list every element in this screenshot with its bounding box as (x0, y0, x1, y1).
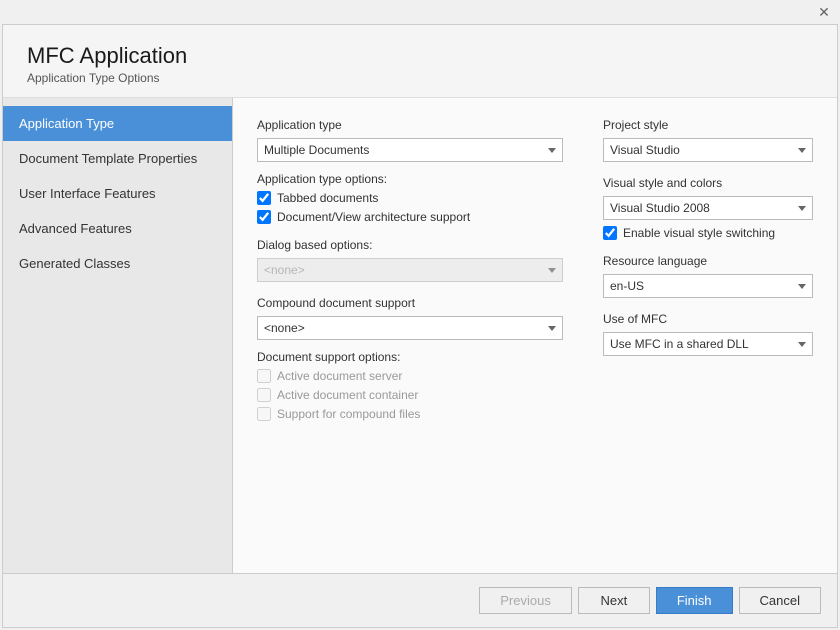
docview-item: Document/View architecture support (257, 210, 563, 224)
doc-support-label: Document support options: (257, 350, 563, 364)
app-type-label: Application type (257, 118, 563, 132)
dialog: MFC Application Application Type Options… (2, 24, 838, 628)
project-style-label: Project style (603, 118, 813, 132)
previous-button[interactable]: Previous (479, 587, 572, 614)
app-type-select[interactable]: Single Document Multiple Documents Dialo… (257, 138, 563, 162)
right-panel: Project style Visual Studio MFC Standard… (603, 118, 813, 553)
active-doc-server-checkbox[interactable] (257, 369, 271, 383)
active-doc-container-checkbox[interactable] (257, 388, 271, 402)
project-style-select[interactable]: Visual Studio MFC Standard Office (603, 138, 813, 162)
dialog-based-select[interactable]: <none> (257, 258, 563, 282)
sidebar-item-advanced-features[interactable]: Advanced Features (3, 211, 232, 246)
dialog-body: Application Type Document Template Prope… (3, 98, 837, 573)
resource-language-label: Resource language (603, 254, 813, 268)
app-type-options-label: Application type options: (257, 172, 563, 186)
support-compound-checkbox[interactable] (257, 407, 271, 421)
compound-label: Compound document support (257, 296, 563, 310)
sidebar: Application Type Document Template Prope… (3, 98, 233, 573)
dialog-based-label: Dialog based options: (257, 238, 563, 252)
docview-label[interactable]: Document/View architecture support (277, 210, 470, 224)
enable-visual-switching-checkbox[interactable] (603, 226, 617, 240)
enable-visual-switching-label[interactable]: Enable visual style switching (623, 226, 775, 240)
docview-checkbox[interactable] (257, 210, 271, 224)
support-compound-label: Support for compound files (277, 407, 420, 421)
title-bar: ✕ (0, 0, 840, 24)
dialog-footer: Previous Next Finish Cancel (3, 573, 837, 627)
compound-select[interactable]: <none> Container Mini-server Full-server… (257, 316, 563, 340)
active-doc-server-item: Active document server (257, 369, 563, 383)
use-mfc-label: Use of MFC (603, 312, 813, 326)
use-mfc-select[interactable]: Use MFC in a shared DLL Use MFC in a sta… (603, 332, 813, 356)
main-content: Application type Single Document Multipl… (233, 98, 837, 573)
sidebar-item-application-type[interactable]: Application Type (3, 106, 232, 141)
tabbed-documents-label[interactable]: Tabbed documents (277, 191, 378, 205)
visual-style-select[interactable]: Visual Studio 2008 Windows Native/Defaul… (603, 196, 813, 220)
dialog-title: MFC Application (27, 43, 813, 69)
active-doc-container-label: Active document container (277, 388, 418, 402)
active-doc-container-item: Active document container (257, 388, 563, 402)
dialog-header: MFC Application Application Type Options (3, 25, 837, 98)
next-button[interactable]: Next (578, 587, 650, 614)
close-icon[interactable]: ✕ (816, 4, 832, 20)
support-compound-item: Support for compound files (257, 407, 563, 421)
sidebar-item-ui-features[interactable]: User Interface Features (3, 176, 232, 211)
sidebar-item-generated-classes[interactable]: Generated Classes (3, 246, 232, 281)
tabbed-documents-item: Tabbed documents (257, 191, 563, 205)
tabbed-documents-checkbox[interactable] (257, 191, 271, 205)
cancel-button[interactable]: Cancel (739, 587, 821, 614)
visual-style-label: Visual style and colors (603, 176, 813, 190)
enable-visual-switching-item: Enable visual style switching (603, 226, 813, 240)
sidebar-item-document-template[interactable]: Document Template Properties (3, 141, 232, 176)
finish-button[interactable]: Finish (656, 587, 733, 614)
left-panel: Application type Single Document Multipl… (257, 118, 563, 553)
resource-language-select[interactable]: en-US en-GB de-DE fr-FR (603, 274, 813, 298)
active-doc-server-label: Active document server (277, 369, 402, 383)
dialog-subtitle: Application Type Options (27, 71, 813, 85)
